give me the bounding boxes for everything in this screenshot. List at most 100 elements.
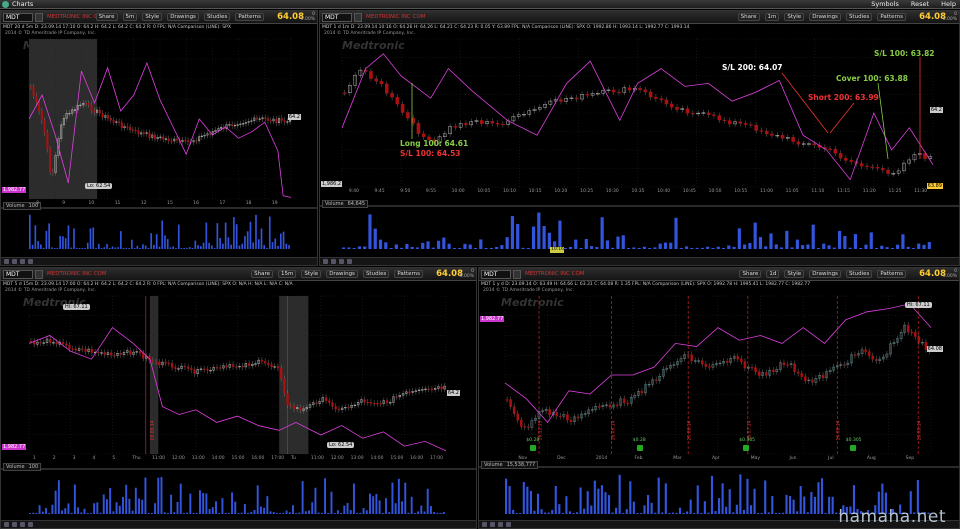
comparison-value-box: 1,982.77 <box>2 444 27 450</box>
pan-icon[interactable] <box>20 522 25 527</box>
x-axis-tick: 2 <box>52 456 56 461</box>
dividend-label: $0.28 <box>632 438 646 443</box>
date-marker: 19.09.14 <box>917 420 923 441</box>
zoom-in-icon[interactable] <box>4 259 9 264</box>
volume-value: 15,538,777 <box>506 462 536 468</box>
chart-panel-1d: MDT MEDTRONIC INC COM Share 1m Style Drawings… <box>319 10 960 266</box>
x-axis-tick: 15:00 <box>390 456 404 461</box>
x-axis-tick: Aug <box>866 456 876 461</box>
high-label: Hi: 67.11 <box>905 302 932 308</box>
chart-panel-20d: MDT MEDTRONIC INC COM Share 5m Style Drawings… <box>0 10 318 266</box>
x-axis-tick: 17:00 <box>271 456 285 461</box>
zoom-out-icon[interactable] <box>12 259 17 264</box>
x-axis-tick: Feb <box>634 456 643 461</box>
x-axis-tick: May <box>750 456 761 461</box>
x-axis-tick: 17 <box>219 201 226 206</box>
x-axis-tick: 9 <box>62 201 66 206</box>
x-axis-tick: Apr <box>712 456 720 461</box>
window-titlebar: Charts Symbols Reset Help <box>0 0 960 9</box>
x-axis-tick: 11:00 <box>152 456 166 461</box>
date-marker: 19.09.14 <box>150 420 156 441</box>
volume-title: Volume <box>6 464 25 470</box>
date-marker: 19.12.13 <box>538 420 544 441</box>
comparison-value-box: 1,982.77 <box>2 187 27 193</box>
crosshair-time: 10:16 <box>551 247 564 252</box>
x-axis-tick: 14:00 <box>370 456 384 461</box>
date-marker: 16.08.14 <box>836 420 842 441</box>
x-axis-tick: Sep <box>905 456 915 461</box>
dividend-label: $0.28 <box>526 438 540 443</box>
x-axis-tick: 15:00 <box>231 456 245 461</box>
pan-icon[interactable] <box>20 259 25 264</box>
x-axis-tick: Thu <box>132 456 141 461</box>
x-axis-tick: 17:00 <box>430 456 444 461</box>
volume-label: Volume 100 <box>3 463 42 471</box>
site-watermark: hamaha.net <box>838 507 946 527</box>
x-axis-tick: 19 <box>271 201 278 206</box>
app-icon <box>2 1 9 8</box>
symbols-button[interactable]: Symbols <box>871 0 899 8</box>
drawing-icon[interactable] <box>28 259 33 264</box>
date-marker: 20.06.14 <box>687 420 693 441</box>
price-value-box: 64.08 <box>926 346 943 352</box>
price-value-box: 64.2 <box>287 114 301 120</box>
help-button[interactable]: Help <box>941 0 956 8</box>
x-axis-tick: Tu <box>291 456 296 461</box>
window-title: Charts <box>12 0 34 8</box>
x-axis-tick: 11 <box>114 201 121 206</box>
zoom-in-icon[interactable] <box>482 522 487 527</box>
zoom-out-icon[interactable] <box>12 522 17 527</box>
price-box-bottom: 63.89 <box>926 183 943 189</box>
low-label: Lo: 62.54 <box>85 183 113 189</box>
dividend-label: $0.305 <box>739 438 756 443</box>
dividend-icon[interactable] <box>530 445 537 451</box>
x-axis-tick: 18 <box>245 201 252 206</box>
x-axis-tick: 8 <box>36 201 39 206</box>
x-axis-tick: 12:00 <box>171 456 185 461</box>
high-label: Hi: 67.11 <box>63 304 90 310</box>
x-axis-tick: 3 <box>72 456 76 461</box>
x-axis-tick: 12:00 <box>330 456 344 461</box>
low-label: Lo: 62.54 <box>327 442 355 448</box>
x-axis-tick: Nov <box>518 456 528 461</box>
x-axis-tick: 12 <box>140 201 147 206</box>
pan-icon[interactable] <box>498 522 503 527</box>
price-value-box: 64.2 <box>446 390 460 396</box>
volume-title: Volume <box>6 203 25 209</box>
x-axis-tick: 11:00 <box>310 456 324 461</box>
x-axis-tick: Mar <box>673 456 682 461</box>
dividend-icon[interactable] <box>743 445 750 451</box>
price-box-top: 64.2 <box>929 107 943 113</box>
panel-footer <box>1 257 317 265</box>
volume-title: Volume <box>484 462 503 468</box>
panel-footer <box>1 520 476 528</box>
reset-button[interactable]: Reset <box>911 0 929 8</box>
dividend-label: $0.305 <box>845 438 862 443</box>
zoom-out-icon[interactable] <box>490 522 495 527</box>
volume-value: 100 <box>28 464 39 470</box>
dividend-icon[interactable] <box>849 445 856 451</box>
x-axis-tick: 15 <box>167 201 173 206</box>
x-axis-tick: Jun <box>789 456 797 461</box>
x-axis-tick: 1 <box>32 456 36 461</box>
price-chart[interactable] <box>479 268 960 529</box>
x-axis-tick: 16:00 <box>251 456 265 461</box>
zoom-in-icon[interactable] <box>4 522 9 527</box>
x-axis-tick: 5 <box>112 456 116 461</box>
x-axis-tick: 13:00 <box>350 456 364 461</box>
drawing-icon[interactable] <box>506 522 511 527</box>
comparison-value-box: 1,982.77 <box>480 316 505 322</box>
dividend-icon[interactable] <box>636 445 643 451</box>
x-axis-tick: 16:00 <box>410 456 424 461</box>
chart-panel-1y: MDT MEDTRONIC INC COM Share 1d Style Drawings… <box>478 267 960 529</box>
date-marker: 16.06.14 <box>611 420 617 441</box>
x-axis-tick: Dec <box>557 456 566 461</box>
x-axis-tick: Jul <box>828 456 834 461</box>
x-axis-tick: 13:00 <box>191 456 205 461</box>
drawing-icon[interactable] <box>28 522 33 527</box>
volume-label: Volume 15,538,777 <box>481 461 539 469</box>
price-chart[interactable] <box>1 11 318 266</box>
annotation-arrows <box>411 57 921 253</box>
x-axis-tick: 16 <box>193 201 200 206</box>
x-axis-tick: 2014 <box>595 456 608 461</box>
